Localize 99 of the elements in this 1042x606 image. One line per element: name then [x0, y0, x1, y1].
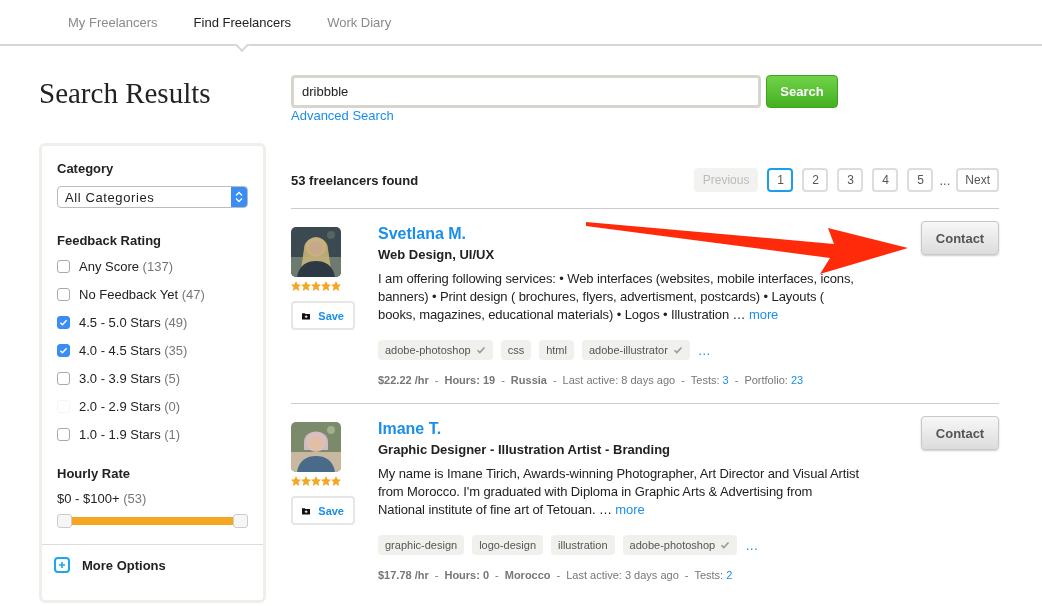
section-heading: Hourly Rate: [57, 466, 131, 481]
freelancer-name[interactable]: Imane T.: [378, 420, 442, 438]
folder-plus-icon: [302, 310, 311, 321]
separator: -: [552, 374, 557, 386]
stat-label: Portfolio: 23: [744, 374, 804, 386]
check-icon: [475, 345, 486, 355]
checkbox[interactable]: [57, 427, 70, 441]
option-label: 3.0 - 3.9 Stars (5): [79, 370, 181, 386]
check-icon: [59, 317, 68, 327]
last-active: Last active: 3 days ago: [566, 569, 679, 581]
more-link[interactable]: more: [615, 502, 645, 517]
nav-tab[interactable]: Find Freelancers: [175, 14, 310, 30]
page-title: Search Results: [39, 77, 212, 111]
freelancer-description: My name is Imane Tirich, Awards-winning Photographer, Art Director and Visual Artist from Morocco. I'm graduated with Diploma in Graphic Arts & Advertising from National institute of fine art of Tetouan. … more: [378, 465, 860, 519]
more-link[interactable]: more: [749, 307, 779, 322]
rate-range: $0 - $100+ (53): [57, 491, 148, 506]
nav-tab[interactable]: My Freelancers: [50, 14, 176, 30]
advanced-search-link[interactable]: Advanced Search: [291, 108, 394, 123]
skill-tag[interactable]: graphic-design: [378, 535, 465, 555]
separator: -: [684, 569, 689, 581]
star-icon: [291, 281, 301, 291]
star-icon: [311, 281, 321, 291]
skill-tag[interactable]: adobe-photoshop: [378, 340, 493, 360]
page-button[interactable]: 1: [767, 168, 794, 192]
stat-link[interactable]: 23: [790, 374, 804, 386]
section-heading: Feedback Rating: [57, 233, 163, 248]
star-icon: [311, 476, 321, 486]
freelancer-description: I am offering following services: • Web interfaces (websites, mobile interfaces, icons, banners) • Print design ( brochures, flyers, advertisment, postcards) • Layouts ( books, magazines, educational materials) • Logos • Illustration … more: [378, 270, 855, 324]
skill-tag[interactable]: adobe-illustrator: [581, 340, 690, 360]
separator: -: [495, 569, 499, 581]
slider-handle[interactable]: [57, 514, 72, 528]
skill-tag[interactable]: logo-design: [472, 535, 544, 555]
page-button[interactable]: 2: [802, 168, 829, 192]
save-button[interactable]: Save: [291, 301, 355, 330]
freelancer-title: Graphic Designer - Illustration Artist - Branding: [378, 442, 672, 457]
option-label: Any Score (137): [79, 258, 173, 274]
check-icon: [59, 345, 68, 355]
checkbox[interactable]: [57, 315, 70, 329]
page-button[interactable]: 5: [907, 168, 934, 192]
save-button[interactable]: Save: [291, 496, 355, 525]
check-icon: [672, 345, 683, 355]
last-active: Last active: 8 days ago: [562, 374, 676, 386]
hourly-rate: $17.78 /hr: [378, 569, 429, 581]
skill-tag[interactable]: adobe-photoshop: [622, 535, 738, 555]
skill-tag[interactable]: illustration: [551, 535, 615, 555]
freelancer-title: Web Design, UI/UX: [378, 247, 496, 262]
hours-worked: Hours: 19: [444, 374, 496, 386]
separator: -: [681, 374, 685, 386]
contact-button[interactable]: Contact: [921, 416, 999, 450]
select-arrows-icon: [231, 187, 247, 207]
separator: -: [434, 569, 439, 581]
hours-worked: Hours: 0: [444, 569, 490, 581]
stat-link[interactable]: 3: [722, 374, 729, 386]
more-options-link[interactable]: More Options: [42, 544, 263, 585]
more-skills-link[interactable]: …: [697, 342, 711, 358]
more-skills-link[interactable]: …: [745, 537, 759, 553]
separator: -: [434, 374, 439, 386]
star-icon: [331, 281, 341, 291]
stat-label: Tests: 2: [694, 569, 733, 581]
country: Morocco: [504, 569, 551, 581]
checkbox[interactable]: [57, 371, 70, 385]
star-icon: [291, 476, 301, 486]
separator: -: [501, 374, 505, 386]
stat-label: Tests: 3: [690, 374, 729, 386]
checkbox[interactable]: [57, 259, 70, 273]
page-button[interactable]: 4: [872, 168, 899, 192]
option-label: 4.0 - 4.5 Stars (35): [79, 342, 188, 358]
option-label: 2.0 - 2.9 Stars (0): [79, 398, 181, 414]
folder-plus-icon: [302, 505, 311, 516]
country: Russia: [510, 374, 547, 386]
hourly-rate: $22.22 /hr: [378, 374, 429, 386]
star-icon: [331, 476, 341, 486]
contact-button[interactable]: Contact: [921, 221, 999, 255]
plus-icon: [54, 557, 70, 573]
star-icon: [301, 281, 311, 291]
check-icon: [720, 540, 731, 550]
skill-tag[interactable]: html: [539, 340, 574, 360]
star-icon: [321, 281, 331, 291]
stat-link[interactable]: 2: [726, 569, 733, 581]
freelancer-name[interactable]: Svetlana M.: [378, 225, 467, 243]
nav-tab[interactable]: Work Diary: [309, 14, 410, 30]
option-label: No Feedback Yet (47): [79, 286, 205, 302]
slider-handle[interactable]: [233, 514, 248, 528]
section-heading: Category: [57, 161, 115, 176]
skill-tag[interactable]: css: [500, 340, 532, 360]
separator: -: [734, 374, 739, 386]
separator: -: [556, 569, 561, 581]
next-button[interactable]: Next: [956, 168, 999, 192]
results-count: 53 freelancers found: [291, 172, 419, 188]
star-icon: [321, 476, 331, 486]
category-select[interactable]: All Categories: [57, 186, 248, 208]
pagination-ellipsis: ...: [939, 172, 951, 188]
checkbox[interactable]: [57, 343, 70, 357]
star-icon: [301, 476, 311, 486]
option-label: 4.5 - 5.0 Stars (49): [79, 314, 188, 330]
option-label: 1.0 - 1.9 Stars (1): [79, 426, 181, 442]
search-field[interactable]: dribbble: [291, 75, 761, 108]
page-button[interactable]: 3: [837, 168, 864, 192]
checkbox[interactable]: [57, 287, 70, 301]
